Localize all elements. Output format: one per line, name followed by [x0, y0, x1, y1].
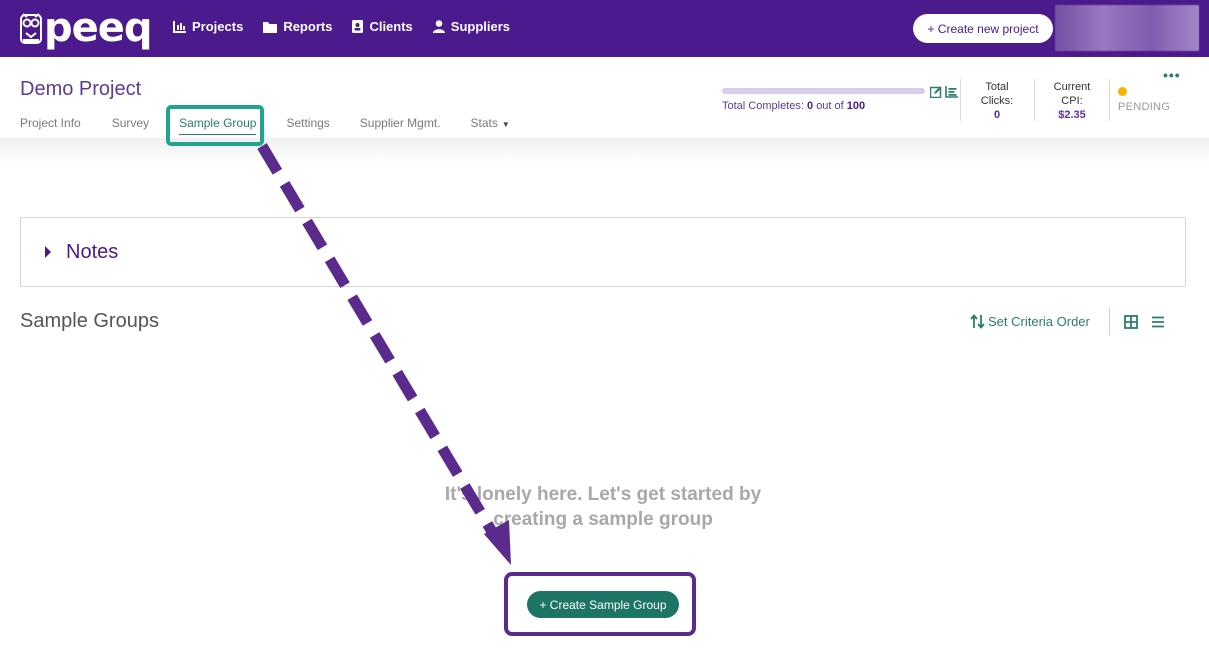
- tab-settings[interactable]: Settings: [286, 116, 329, 135]
- caret-down-icon: ▼: [501, 120, 510, 129]
- folder-icon: [263, 21, 278, 33]
- project-title: Demo Project: [20, 78, 142, 100]
- progress-actions: [930, 86, 958, 98]
- logo[interactable]: peeq: [20, 5, 153, 51]
- divider: [1109, 307, 1110, 335]
- completes-progress-bar: [722, 88, 925, 94]
- project-tabs: Project Info Survey Sample Group Setting…: [20, 116, 510, 135]
- cpi-label-1: Current: [1053, 81, 1091, 93]
- tab-survey[interactable]: Survey: [112, 116, 149, 135]
- main-nav: Projects Reports Clients Suppliers: [173, 19, 510, 34]
- logo-text: peeq: [44, 5, 153, 51]
- divider: [1109, 79, 1110, 121]
- clicks-value: 0: [993, 109, 1001, 121]
- status-dot-icon: [1118, 87, 1127, 96]
- nav-suppliers-label: Suppliers: [450, 19, 511, 34]
- contact-card-icon: [352, 20, 364, 33]
- current-cpi-metric: Current CPI: $2.35: [1047, 80, 1097, 122]
- create-sample-group-button[interactable]: + Create Sample Group: [527, 591, 679, 618]
- bar-chart-icon: [173, 20, 186, 33]
- nav-projects[interactable]: Projects: [173, 19, 243, 34]
- nav-projects-label: Projects: [192, 19, 244, 34]
- edit-icon[interactable]: [930, 86, 942, 98]
- divider: [960, 79, 961, 121]
- tab-stats-label: Stats: [470, 116, 498, 130]
- empty-state-line-1: It's lonely here. Let's get started by: [444, 484, 762, 505]
- more-options-icon[interactable]: •••: [1163, 67, 1181, 83]
- empty-state-line-2: creating a sample group: [493, 509, 713, 530]
- notes-panel[interactable]: Notes: [20, 217, 1186, 287]
- completes-label: Total Completes:: [722, 100, 804, 112]
- nav-suppliers[interactable]: Suppliers: [432, 19, 511, 34]
- clicks-label-1: Total: [985, 81, 1009, 93]
- divider: [1034, 79, 1035, 121]
- tab-stats[interactable]: Stats ▼: [471, 116, 510, 135]
- total-clicks-metric: Total Clicks: 0: [975, 80, 1019, 122]
- completes-count: 0: [807, 100, 814, 112]
- create-new-project-button[interactable]: + Create new project: [913, 14, 1053, 43]
- empty-state-message: It's lonely here. Let's get started by c…: [420, 482, 786, 532]
- grid-view-icon[interactable]: [1124, 315, 1138, 329]
- clicks-label-2: Clicks:: [980, 95, 1014, 107]
- tab-project-info[interactable]: Project Info: [20, 116, 81, 135]
- user-avatar-blurred[interactable]: [1055, 5, 1199, 51]
- cpi-label-2: CPI:: [1061, 95, 1083, 107]
- completes-text: Total Completes: 0 out of 100: [722, 100, 865, 112]
- tab-highlight-box: [166, 105, 264, 146]
- tab-supplier-mgmt[interactable]: Supplier Mgmt.: [360, 116, 441, 135]
- caret-right-icon: [45, 246, 51, 258]
- nav-clients-label: Clients: [369, 19, 413, 34]
- sort-arrows-icon: [970, 314, 985, 329]
- sample-groups-title: Sample Groups: [20, 310, 159, 332]
- nav-reports[interactable]: Reports: [263, 19, 332, 34]
- set-criteria-order-label: Set Criteria Order: [988, 314, 1090, 329]
- list-view-icon[interactable]: [1151, 315, 1165, 329]
- user-icon: [432, 20, 445, 33]
- nav-reports-label: Reports: [283, 19, 333, 34]
- completes-out-of: out of: [816, 100, 844, 112]
- notes-title: Notes: [66, 240, 119, 263]
- owl-logo-icon: [20, 13, 42, 44]
- bar-chart-icon[interactable]: [945, 86, 958, 98]
- set-criteria-order-button[interactable]: Set Criteria Order: [970, 314, 1090, 329]
- nav-clients[interactable]: Clients: [352, 19, 413, 34]
- status-badge: PENDING: [1118, 101, 1171, 113]
- top-navbar: peeq Projects Reports Clients Suppliers …: [0, 0, 1209, 57]
- completes-total: 100: [846, 100, 866, 112]
- cpi-value: $2.35: [1058, 109, 1086, 121]
